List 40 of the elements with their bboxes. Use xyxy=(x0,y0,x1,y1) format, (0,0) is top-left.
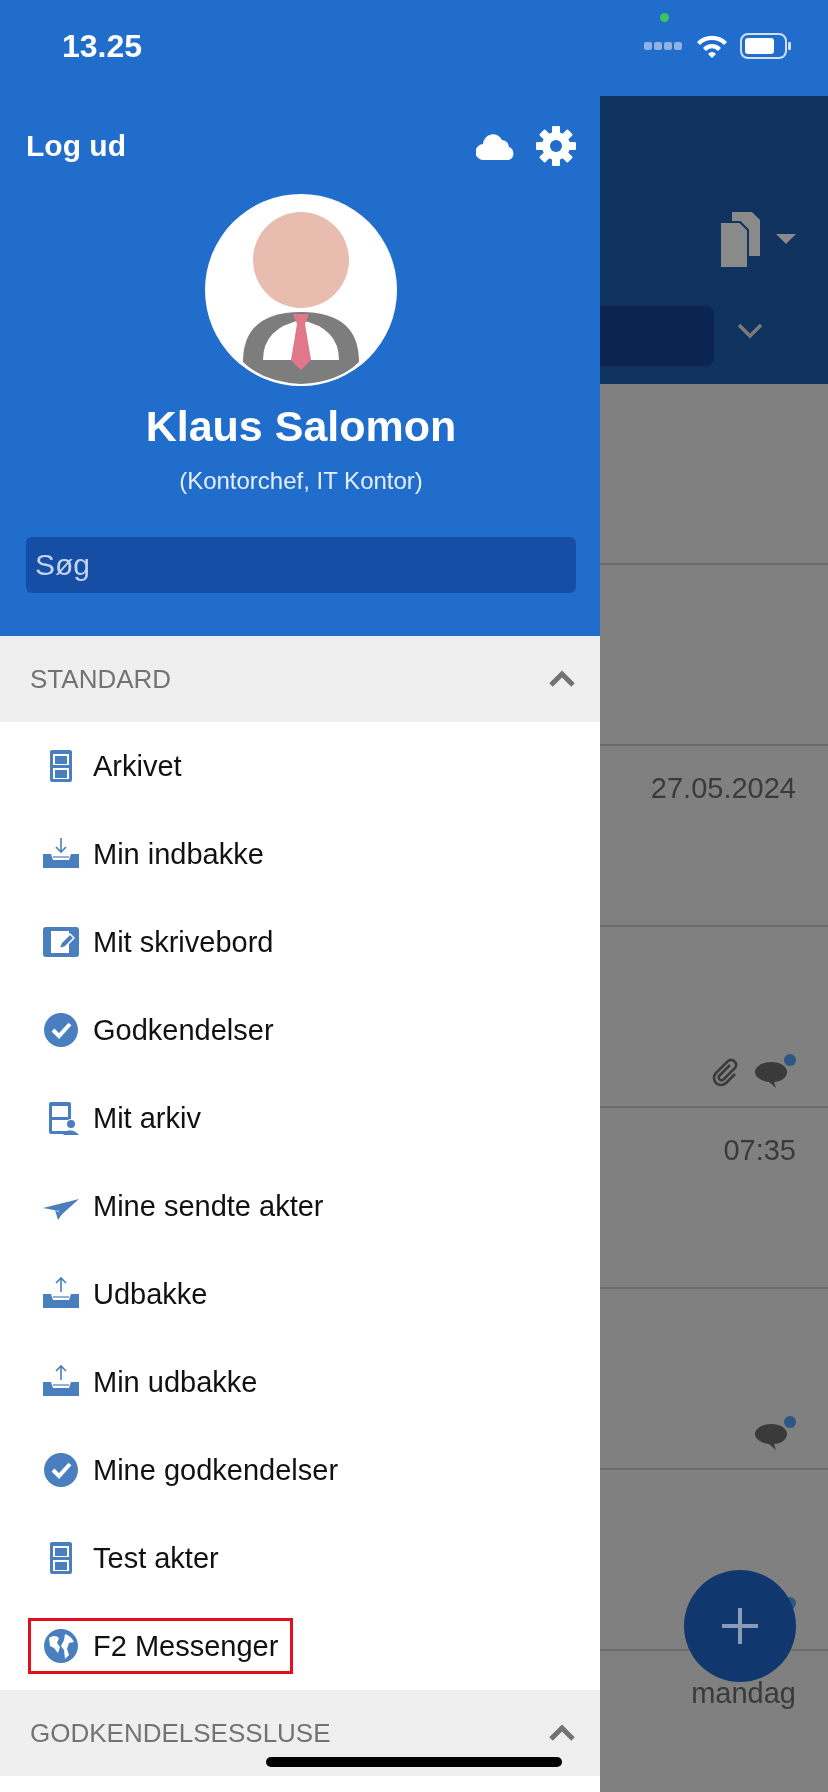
status-time: 13.25 xyxy=(62,27,143,65)
signal-icon xyxy=(644,41,684,51)
settings-icon[interactable] xyxy=(536,126,576,166)
check-icon xyxy=(43,1012,79,1048)
wifi-icon xyxy=(696,33,728,59)
menu-item[interactable]: Mit arkiv xyxy=(0,1074,600,1162)
menu-item[interactable]: Mine sendte akter xyxy=(0,1162,600,1250)
menu-item[interactable]: Test akter xyxy=(0,1514,600,1602)
search-field[interactable]: Søg xyxy=(26,537,576,593)
chevron-up-icon[interactable] xyxy=(548,670,576,688)
battery-icon xyxy=(740,33,792,59)
comment-icon xyxy=(754,1416,796,1452)
logout-link[interactable]: Log ud xyxy=(26,129,126,163)
section-header[interactable]: STANDARD xyxy=(0,636,600,722)
section-header[interactable]: GODKENDELSESSLUSE xyxy=(0,1690,600,1776)
row-date: 27.05.2024 xyxy=(650,772,796,805)
plus-icon xyxy=(720,1606,760,1646)
check-icon xyxy=(43,1452,79,1488)
menu-item[interactable]: Min indbakke xyxy=(0,810,600,898)
paperclip-icon xyxy=(710,1057,740,1087)
menu-item[interactable]: Mit skrivebord xyxy=(0,898,600,986)
section-title: GODKENDELSESSLUSE xyxy=(30,1717,331,1749)
user-name: Klaus Salomon xyxy=(145,402,457,451)
menu-item[interactable]: Arkivet xyxy=(0,722,600,810)
menu-item[interactable]: Min udbakke xyxy=(0,1338,600,1426)
cloud-icon[interactable] xyxy=(476,132,516,160)
chevron-up-icon[interactable] xyxy=(548,1724,576,1742)
privacy-indicator-icon xyxy=(660,13,669,22)
section-title: STANDARD xyxy=(30,663,172,695)
comment-icon xyxy=(754,1054,796,1090)
row-date: mandag xyxy=(691,1677,796,1710)
menu-item[interactable]: Godkendelser xyxy=(0,986,600,1074)
menu-item[interactable]: Udbakke xyxy=(0,1250,600,1338)
menu-item[interactable]: F2 Messenger xyxy=(0,1602,600,1690)
menu-item[interactable]: Mine godkendelser xyxy=(0,1426,600,1514)
chevron-down-icon[interactable] xyxy=(736,322,764,340)
globe-icon xyxy=(43,1628,79,1664)
notepad-icon xyxy=(43,924,79,960)
row-date: 07:35 xyxy=(723,1134,796,1167)
user-role: (Kontorchef, IT Kontor) xyxy=(179,467,423,495)
